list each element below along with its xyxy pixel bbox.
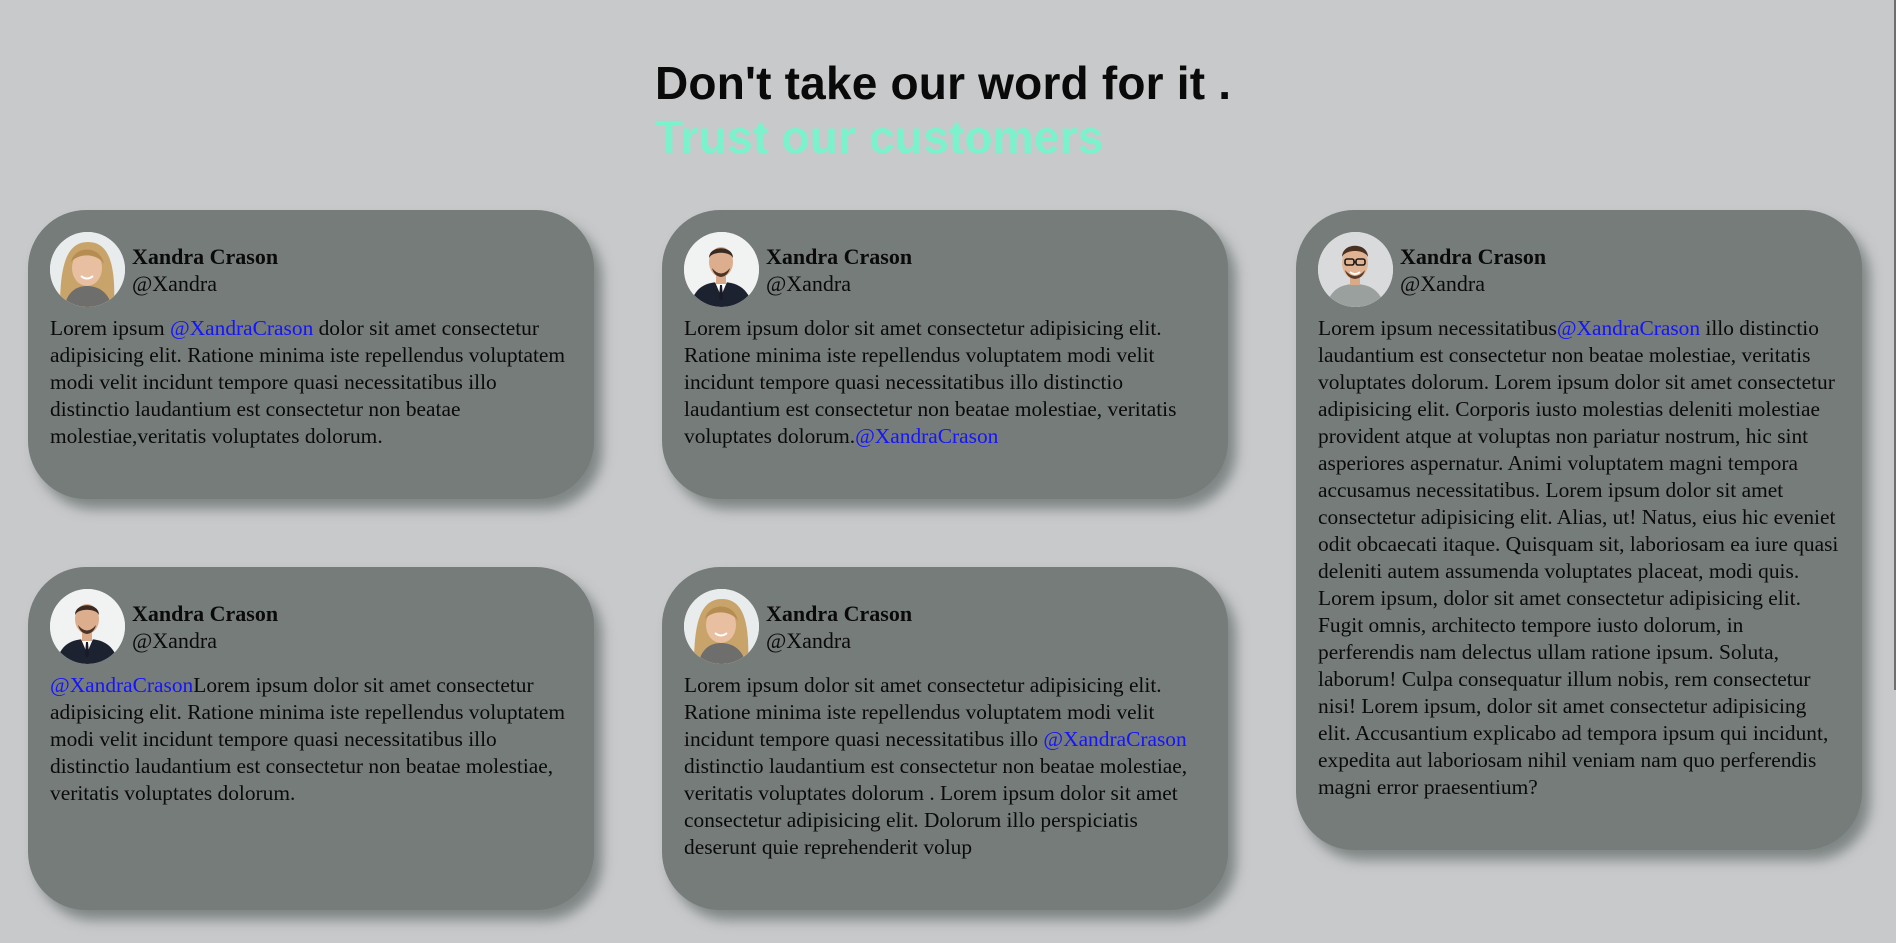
testimonial-text: @XandraCrasonLorem ipsum dolor sit amet … — [50, 673, 566, 805]
mention-link[interactable]: @XandraCrason — [170, 316, 313, 340]
testimonial-text: Lorem ipsum necessitatibus@XandraCrason … — [1318, 316, 1839, 799]
author-handle: @Xandra — [766, 270, 852, 296]
man-suit-avatar — [684, 232, 759, 307]
mention-link[interactable]: @XandraCrason — [50, 673, 193, 697]
testimonial-card: Xandra Crason @Xandra Lorem ipsum dolor … — [662, 567, 1228, 910]
testimonial-card: Xandra Crason @Xandra @XandraCrasonLorem… — [28, 567, 594, 910]
section-heading: Don't take our word for it . Trust our c… — [655, 56, 1231, 164]
testimonial-card: Xandra Crason @Xandra Lorem ipsum dolor … — [662, 210, 1228, 499]
heading-subtitle: Trust our customers — [655, 111, 1104, 163]
mention-link[interactable]: @XandraCrason — [1043, 727, 1186, 751]
man-suit-avatar — [50, 589, 125, 664]
author-handle: @Xandra — [1400, 270, 1486, 296]
woman-blonde-avatar — [684, 589, 759, 664]
testimonial-text: Lorem ipsum dolor sit amet consectetur a… — [684, 316, 1177, 448]
mention-link[interactable]: @XandraCrason — [855, 424, 998, 448]
author-name: Xandra Crason — [132, 600, 279, 626]
heading-title: Don't take our word for it . — [655, 57, 1232, 109]
testimonial-text: Lorem ipsum @XandraCrason dolor sit amet… — [50, 316, 566, 448]
author-name: Xandra Crason — [766, 243, 913, 269]
author-name: Xandra Crason — [766, 600, 913, 626]
testimonial-text: Lorem ipsum dolor sit amet consectetur a… — [684, 673, 1188, 859]
author-handle: @Xandra — [766, 627, 852, 653]
testimonial-card: Xandra Crason @Xandra Lorem ipsum necess… — [1296, 210, 1862, 850]
woman-blonde-avatar — [50, 232, 125, 307]
mention-link[interactable]: @XandraCrason — [1557, 316, 1700, 340]
testimonial-card: Xandra Crason @Xandra Lorem ipsum @Xandr… — [28, 210, 594, 499]
author-name: Xandra Crason — [132, 243, 279, 269]
man-glasses-avatar — [1318, 232, 1393, 307]
author-name: Xandra Crason — [1400, 243, 1547, 269]
author-handle: @Xandra — [132, 627, 218, 653]
author-handle: @Xandra — [132, 270, 218, 296]
